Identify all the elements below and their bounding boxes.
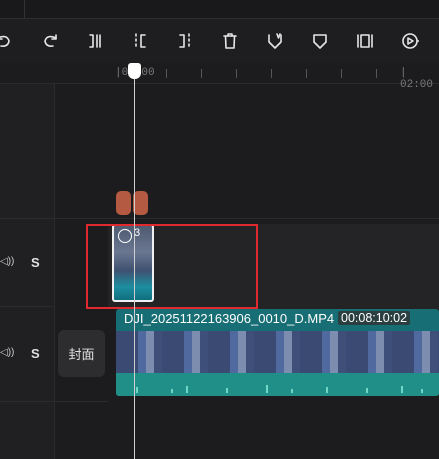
main-video-clip[interactable]: DJI_20251122163906_0010_D.MP4 00:08:10:0… [116,309,439,396]
time-ruler[interactable]: |00:00 | 02:00 [0,63,439,91]
track-divider [0,401,108,402]
wave-bar [136,387,138,393]
split-right-button[interactable] [173,29,197,53]
freeze-frame-button[interactable] [353,29,377,53]
delete-icon [223,33,237,49]
track-divider [0,306,54,307]
undo-icon [0,35,10,47]
playhead-handle[interactable] [128,63,141,79]
ai-shield-button[interactable] [263,29,287,53]
ruler-tick [271,69,272,78]
split-left-button[interactable] [128,29,152,53]
redo-button[interactable] [38,29,62,53]
split-right-icon [179,33,190,48]
split-button[interactable] [83,29,107,53]
audio-waveform [116,373,439,396]
sticker-clip[interactable] [116,191,148,215]
timeline-toolbar [0,19,439,63]
wave-bar [226,388,228,393]
ruler-end-label: | 02:00 [400,67,434,91]
redo-icon [44,34,57,47]
ruler-tick [201,69,202,78]
title-bar [0,0,439,19]
track-header-panel [0,84,55,459]
clip-filename: DJI_20251122163906_0010_D.MP4 [124,311,335,326]
play-circle-icon [402,33,419,49]
shield-icon [313,34,327,49]
overlay-track-s-toggle[interactable]: S [31,255,40,270]
play-speed-button[interactable] [398,29,422,53]
sticker-segment [133,191,148,215]
clip-duration: 00:08:10:02 [338,311,411,325]
wave-bar [326,387,328,393]
undo-button[interactable] [0,29,16,53]
wave-bar [366,388,368,393]
main-track-s-toggle[interactable]: S [31,346,40,361]
clip-thumbnails [116,331,439,373]
wave-bar [266,385,268,393]
freeze-frame-icon [357,34,373,48]
wave-bar [401,386,403,393]
track-divider [0,218,439,219]
main-track-volume-icon[interactable]: ◁)) [0,347,14,358]
delete-button[interactable] [218,29,242,53]
ruler-tick [236,69,237,78]
overlay-track-volume-icon[interactable]: ◁)) [0,256,14,267]
highlight-frame [86,224,258,309]
ruler-tick [306,69,307,78]
playhead-line[interactable] [134,70,135,459]
sticker-segment [116,191,131,215]
mark-button[interactable] [308,29,332,53]
wave-bar [171,389,173,393]
wave-bar [186,386,188,393]
ruler-tick [166,69,167,78]
ruler-tick [376,69,377,78]
wave-bar [291,389,293,393]
ruler-tick [341,69,342,78]
split-left-icon [135,33,146,48]
divider [24,0,25,18]
cover-button[interactable]: 封面 [58,330,105,377]
wave-bar [421,389,423,393]
split-icon [89,34,101,48]
shield-ai-icon [268,33,282,49]
